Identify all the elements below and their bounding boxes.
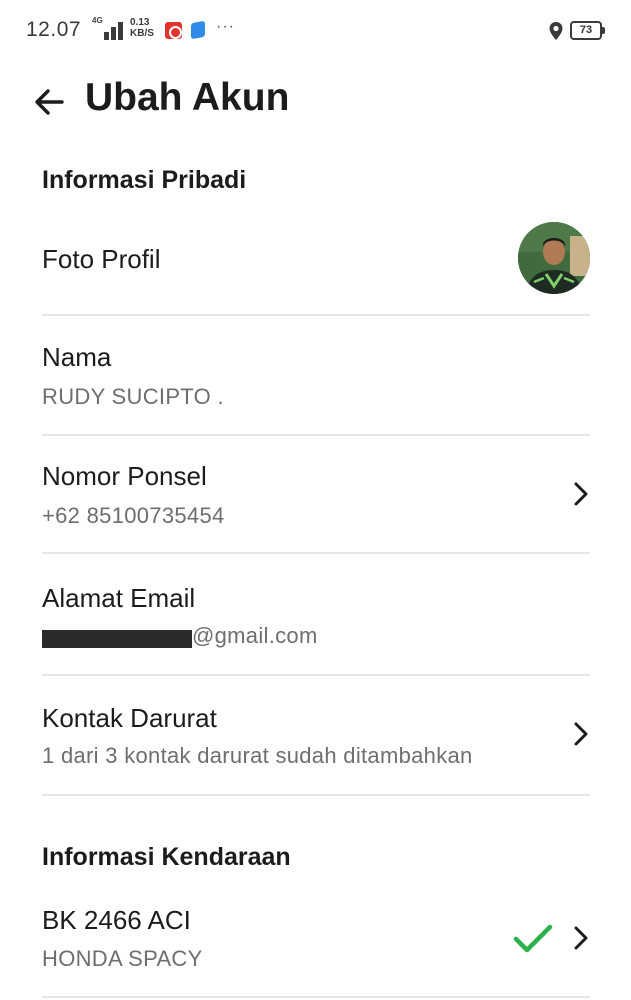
section-title-personal: Informasi Pribadi (42, 166, 247, 194)
email-label: Alamat Email (42, 583, 196, 613)
more-notifications-icon: ··· (216, 18, 235, 35)
status-time: 12.07 (26, 18, 82, 41)
chevron-right-icon (574, 722, 588, 746)
signal-icon: 4G (92, 16, 124, 40)
name-label: Nama (42, 342, 112, 372)
section-title-vehicle: Informasi Kendaraan (42, 843, 291, 871)
phone-value: +62 85100735454 (42, 503, 225, 528)
network-tag: 4G (92, 16, 103, 25)
divider (42, 996, 590, 998)
vehicle-row[interactable]: BK 2466 ACI HONDA SPACY (0, 880, 631, 996)
name-value: RUDY SUCIPTO . (42, 384, 224, 409)
emergency-contact-row[interactable]: Kontak Darurat 1 dari 3 kontak darurat s… (0, 676, 631, 794)
avatar-image (518, 222, 590, 294)
phone-label: Nomor Ponsel (42, 461, 207, 491)
phone-row[interactable]: Nomor Ponsel +62 85100735454 (0, 436, 631, 552)
name-row[interactable]: Nama RUDY SUCIPTO . (0, 316, 631, 434)
speed-value: 0.13 (130, 17, 150, 28)
app-header: Ubah Akun (0, 64, 631, 140)
divider (42, 794, 590, 796)
email-row[interactable]: Alamat Email @gmail.com (0, 554, 631, 674)
network-speed: 0.13 KB/S (130, 17, 154, 39)
email-value: @gmail.com (192, 623, 318, 648)
vehicle-model: HONDA SPACY (42, 946, 203, 971)
emergency-contact-value: 1 dari 3 kontak darurat sudah ditambahka… (42, 743, 473, 768)
location-pin-icon (549, 22, 563, 40)
chevron-right-icon (574, 926, 588, 950)
arrow-left-icon[interactable] (32, 84, 68, 120)
speed-unit: KB/S (130, 28, 154, 39)
avatar[interactable] (518, 222, 590, 294)
red-app-icon (165, 22, 182, 39)
check-icon (513, 924, 553, 953)
chevron-right-icon (574, 482, 588, 506)
blue-app-icon (191, 20, 205, 40)
redaction-mark (42, 630, 192, 648)
vehicle-plate: BK 2466 ACI (42, 905, 191, 935)
status-bar: 12.07 4G 0.13 KB/S ··· 73 (0, 0, 631, 64)
profile-photo-label: Foto Profil (42, 244, 161, 274)
page-title: Ubah Akun (85, 76, 290, 119)
battery-icon: 73 (570, 21, 605, 40)
emergency-contact-label: Kontak Darurat (42, 703, 217, 733)
